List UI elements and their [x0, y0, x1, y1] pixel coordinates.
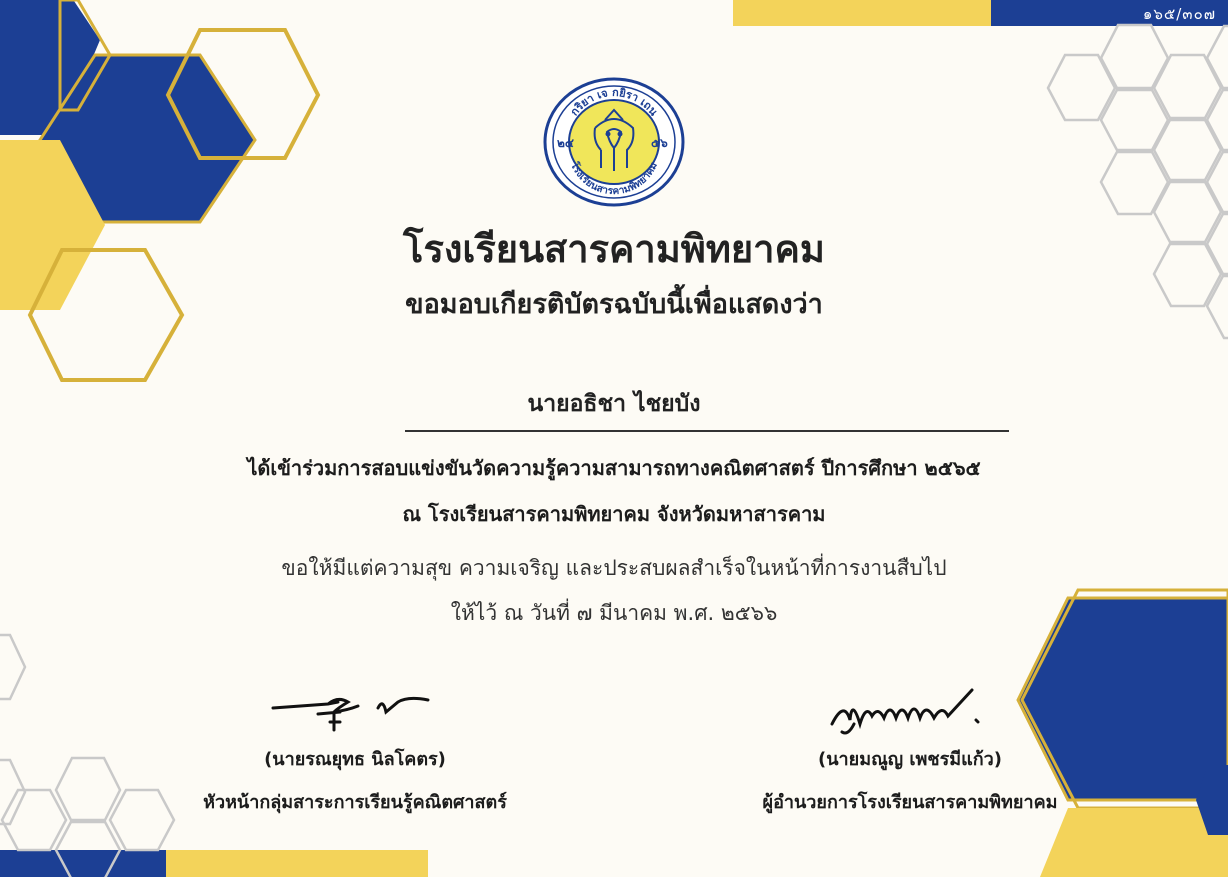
- signatory-left-role: หัวหน้ากลุ่มสาระการเรียนรู้คณิตศาสตร์: [203, 792, 507, 813]
- signature-left: [271, 696, 430, 732]
- blessing-text: ขอให้มีแต่ความสุข ความเจริญ และประสบผลสำ…: [281, 556, 947, 580]
- school-seal-logo: กริยา เจ กยิรา เถน โรงเรียนสารคามพิทยาคม…: [543, 77, 685, 207]
- top-gold-bar: [733, 0, 991, 26]
- recipient-name: นายอธิชา ไชยบัง: [527, 391, 701, 417]
- logo-left-number: ๒๔: [557, 136, 574, 150]
- certificate-serial-number: ๑๖๕/๓๐๗: [1142, 5, 1216, 23]
- name-underline: [405, 430, 1009, 432]
- venue-text: ณ โรงเรียนสารคามพิทยาคม จังหวัดมหาสารคาม: [402, 502, 826, 526]
- hex-gold-bottomright: [1040, 808, 1228, 877]
- signature-right: [830, 688, 980, 735]
- signatory-right-name: (นายมณูญ เพชรมีแก้ว): [818, 749, 1002, 770]
- achievement-text: ได้เข้าร่วมการสอบแข่งขันวัดความรู้ความสา…: [247, 456, 981, 480]
- bottom-gold-bar: [166, 850, 428, 877]
- presentation-line: ขอมอบเกียรติบัตรฉบับนี้เพื่อแสดงว่า: [405, 289, 823, 320]
- bottom-navy-bar: [0, 850, 166, 877]
- logo-right-number: ๕๖: [651, 136, 668, 150]
- school-title: โรงเรียนสารคามพิทยาคม: [403, 227, 825, 271]
- signatory-left-name: (นายรณยุทธ นิลโคตร): [264, 749, 446, 770]
- issue-date: ให้ไว้ ณ วันที่ ๗ มีนาคม พ.ศ. ๒๕๖๖: [450, 601, 778, 625]
- signatory-right-role: ผู้อำนวยการโรงเรียนสารคามพิทยาคม: [762, 792, 1058, 813]
